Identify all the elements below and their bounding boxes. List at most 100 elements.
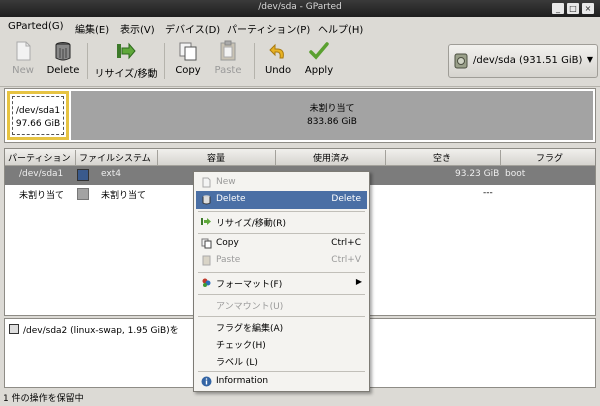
disk-map-partition-name: /dev/sda1 [15, 106, 61, 116]
column-header-partition[interactable]: パーティション [8, 151, 70, 164]
new-button-label: New [12, 65, 34, 76]
context-menu-unmount[interactable]: アンマウント(U) [196, 296, 367, 314]
minimize-button[interactable]: _ [552, 3, 564, 14]
context-menu-new-label: New [216, 177, 236, 187]
toolbar-separator [164, 43, 165, 79]
hard-disk-icon [454, 53, 468, 69]
new-document-icon [16, 41, 31, 61]
column-header-free[interactable]: 空き [433, 151, 451, 164]
cell-partition: /dev/sda1 [19, 169, 64, 179]
cell-filesystem: ext4 [101, 169, 121, 179]
context-menu-edit-flags[interactable]: フラグを編集(A) [196, 318, 367, 336]
info-icon [201, 376, 212, 387]
cell-free: --- [483, 188, 493, 198]
clipboard-icon [220, 40, 236, 61]
menu-gparted[interactable]: GParted(G) [8, 21, 64, 32]
column-header-size[interactable]: 容量 [207, 151, 225, 164]
window-title: /dev/sda - GParted [258, 2, 342, 12]
undo-button-label: Undo [264, 65, 292, 76]
new-button[interactable]: New [8, 40, 38, 84]
context-menu-delete[interactable]: Delete Delete [196, 191, 367, 209]
menu-help[interactable]: ヘルプ(H) [318, 21, 363, 36]
delete-button-label: Delete [46, 65, 80, 76]
copy-button[interactable]: Copy [172, 40, 204, 84]
menu-partition[interactable]: パーティション(P) [227, 21, 310, 36]
close-button[interactable]: × [582, 3, 594, 14]
context-menu-paste-shortcut: Ctrl+V [331, 255, 361, 265]
pending-operation-text: /dev/sda2 (linux-swap, 1.95 GiB)を [23, 326, 179, 336]
menu-separator [198, 371, 365, 372]
table-header: パーティション ファイルシステム 容量 使用済み 空き フラグ [5, 149, 595, 166]
column-divider [385, 150, 386, 165]
context-menu-resize-move[interactable]: リサイズ/移動(R) [196, 213, 367, 231]
apply-button[interactable]: Apply [302, 40, 336, 84]
column-divider [275, 150, 276, 165]
menu-separator [198, 211, 365, 212]
disk-map: /dev/sda1 97.66 GiB 未割り当て 833.86 GiB [4, 88, 596, 143]
context-menu-copy-label: Copy [216, 238, 239, 248]
copy-button-label: Copy [175, 65, 201, 76]
partition-context-menu: New Delete Delete リサイズ/移動(R) Copy Ctrl+C… [193, 171, 370, 392]
paste-button[interactable]: Paste [210, 40, 246, 84]
format-icon [202, 278, 211, 287]
column-header-used[interactable]: 使用済み [313, 151, 349, 164]
device-selector[interactable]: /dev/sda (931.51 GiB) ▼ [448, 44, 598, 78]
resize-arrow-icon [201, 218, 211, 225]
context-menu-copy-shortcut: Ctrl+C [331, 238, 361, 248]
delete-button[interactable]: Delete [44, 40, 82, 84]
disk-map-unallocated-name: 未割り当て [309, 104, 355, 114]
undo-button[interactable]: Undo [262, 40, 294, 84]
menu-device[interactable]: デバイス(D) [165, 21, 220, 36]
copy-icon [201, 238, 212, 249]
column-divider [157, 150, 158, 165]
context-menu-label-label: ラベル (L) [216, 358, 258, 368]
toolbar-separator [87, 43, 88, 79]
operation-icon [9, 324, 19, 334]
menu-edit[interactable]: 編集(E) [75, 21, 109, 36]
context-menu-label[interactable]: ラベル (L) [196, 352, 367, 370]
resize-arrow-icon [117, 42, 136, 60]
gparted-window: /dev/sda - GParted _ □ × GParted(G) 編集(E… [0, 0, 600, 406]
toolbar-separator [254, 43, 255, 79]
context-menu-information[interactable]: Information [196, 373, 367, 391]
undo-icon [269, 43, 284, 59]
context-menu-delete-label: Delete [216, 194, 246, 204]
context-menu-delete-shortcut: Delete [331, 194, 361, 204]
column-header-flags[interactable]: フラグ [536, 151, 563, 164]
context-menu-format[interactable]: フォーマット(F) ▶ [196, 274, 367, 292]
trash-icon [55, 42, 71, 61]
context-menu-resize-move-label: リサイズ/移動(R) [216, 219, 287, 229]
maximize-button[interactable]: □ [567, 3, 579, 14]
column-header-filesystem[interactable]: ファイルシステム [79, 151, 151, 164]
pending-operation-item[interactable]: /dev/sda2 (linux-swap, 1.95 GiB)を [9, 323, 179, 336]
status-text: 1 件の操作を保留中 [3, 394, 84, 404]
apply-button-label: Apply [304, 65, 334, 76]
clipboard-icon [202, 255, 211, 266]
context-menu-paste-label: Paste [216, 255, 241, 265]
context-menu-format-label: フォーマット(F) [216, 280, 283, 290]
disk-map-unallocated-size: 833.86 GiB [306, 117, 357, 127]
context-menu-unmount-label: アンマウント(U) [216, 302, 284, 312]
context-menu-information-label: Information [216, 376, 269, 386]
disk-map-partition-sda1[interactable]: /dev/sda1 97.66 GiB [7, 91, 69, 140]
cell-partition: 未割り当て [19, 191, 65, 201]
cell-filesystem: 未割り当て [101, 191, 147, 201]
context-menu-check[interactable]: チェック(H) [196, 335, 367, 353]
context-menu-new[interactable]: New [196, 174, 367, 192]
checkmark-icon [309, 42, 329, 60]
disk-map-unallocated[interactable]: 未割り当て 833.86 GiB [71, 91, 593, 140]
menu-bar: GParted(G) 編集(E) 表示(V) デバイス(D) パーティション(P… [0, 17, 600, 37]
resize-move-button[interactable]: リサイズ/移動 [94, 40, 158, 84]
copy-icon [179, 42, 197, 61]
menu-separator [198, 294, 365, 295]
cell-flags: boot [505, 169, 526, 179]
resize-move-label: リサイズ/移動 [94, 69, 158, 80]
column-divider [500, 150, 501, 165]
context-menu-paste[interactable]: Paste Ctrl+V [196, 252, 367, 270]
dropdown-arrow-icon: ▼ [586, 55, 593, 64]
menu-view[interactable]: 表示(V) [120, 21, 155, 36]
title-bar: /dev/sda - GParted _ □ × [0, 0, 600, 17]
disk-map-partition-inner: /dev/sda1 97.66 GiB [12, 96, 64, 135]
context-menu-copy[interactable]: Copy Ctrl+C [196, 235, 367, 253]
disk-map-partition-size: 97.66 GiB [15, 119, 61, 129]
